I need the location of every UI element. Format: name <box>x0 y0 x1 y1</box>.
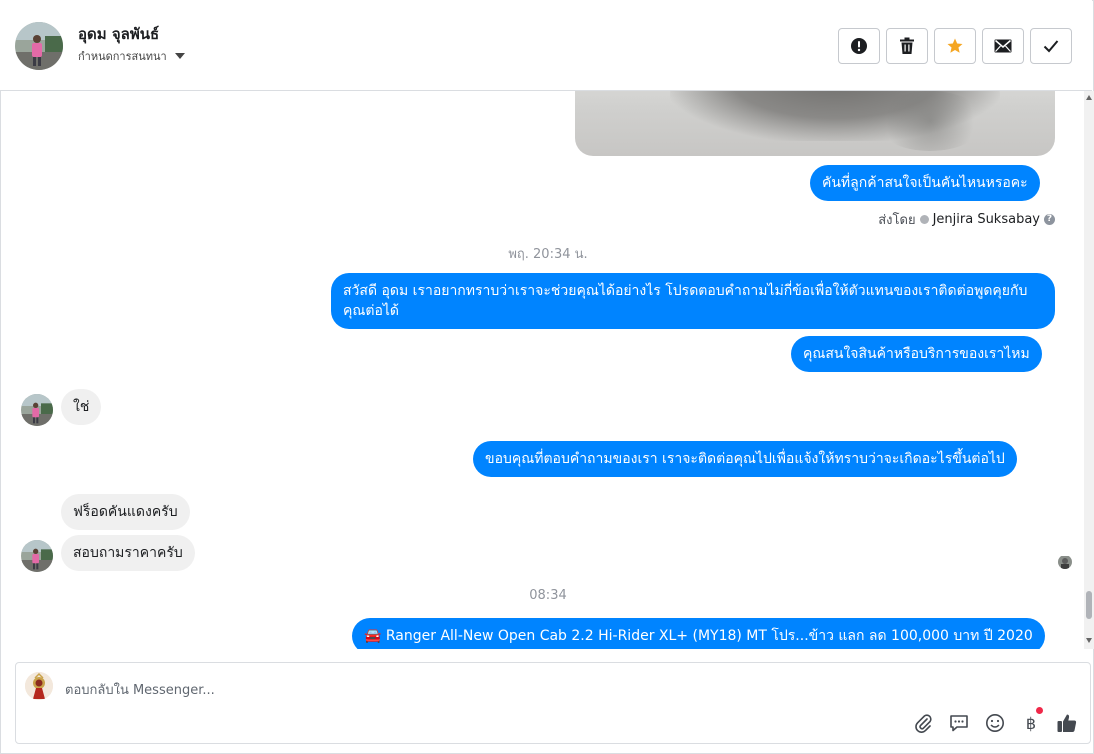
scroll-up-arrow-icon[interactable] <box>1086 95 1092 100</box>
like-button[interactable] <box>1055 711 1079 735</box>
star-button[interactable] <box>934 28 976 64</box>
reply-composer: ตอบกลับใน Messenger... ฿ <box>15 662 1091 744</box>
agent-status-icon <box>919 215 929 224</box>
payments-button[interactable]: ฿ <box>1019 711 1043 735</box>
mark-done-button[interactable] <box>1030 28 1072 64</box>
incoming-message[interactable]: ฟร็อดคันแดงครับ <box>61 494 190 530</box>
timestamp: พฤ. 20:34 น. <box>508 247 588 262</box>
sent-by-prefix: ส่งโดย <box>878 213 916 228</box>
sent-by-info: ส่งโดย Jenjira Suksabay ? <box>878 209 1055 230</box>
mark-unread-button[interactable] <box>982 28 1024 64</box>
outgoing-message[interactable]: คุณสนใจสินค้าหรือบริการของเราไหม <box>791 336 1042 372</box>
assign-conversation-dropdown[interactable]: กำหนดการสนทนา <box>78 47 185 65</box>
contact-avatar[interactable] <box>15 22 63 70</box>
page-avatar <box>25 672 53 700</box>
paperclip-icon <box>915 714 932 733</box>
conversation-header: อุดม จุลพันธ์ กำหนดการสนทนา <box>0 0 1092 91</box>
delete-button[interactable] <box>886 28 928 64</box>
thread-scrollbar[interactable] <box>1084 91 1094 649</box>
caret-down-icon <box>174 53 185 59</box>
outgoing-message[interactable]: สวัสดี อุดม เราอยากทราบว่าเราจะช่วยคุณได… <box>331 273 1055 329</box>
contact-avatar-small[interactable] <box>21 394 53 426</box>
ad-reply-text: Ranger All-New Open Cab 2.2 Hi-Rider XL+… <box>385 628 1033 644</box>
thumbs-up-icon <box>1057 714 1077 732</box>
contact-name[interactable]: อุดม จุลพันธ์ <box>78 22 159 46</box>
scrollbar-thumb[interactable] <box>1086 591 1092 619</box>
shared-photo-attachment[interactable] <box>575 91 1055 156</box>
check-icon <box>1043 40 1059 53</box>
exclamation-circle-icon <box>851 38 867 54</box>
saved-reply-icon <box>950 715 968 732</box>
svg-text:฿: ฿ <box>1026 714 1036 733</box>
contact-avatar-small[interactable] <box>21 540 53 572</box>
baht-icon: ฿ <box>1026 714 1036 733</box>
attach-button[interactable] <box>911 711 935 735</box>
envelope-icon <box>994 39 1012 53</box>
assign-label: กำหนดการสนทนา <box>78 50 167 63</box>
message-thread[interactable]: คันที่ลูกค้าสนใจเป็นคันไหนหรอคะ ส่งโดย J… <box>0 91 1084 649</box>
agent-name[interactable]: Jenjira Suksabay <box>933 212 1040 227</box>
seen-avatar-indicator <box>1058 555 1072 569</box>
car-emoji-icon: 🚘 <box>364 628 382 644</box>
incoming-message[interactable]: ใช่ <box>61 389 102 425</box>
incoming-message[interactable]: สอบถามราคาครับ <box>61 535 195 571</box>
emoji-icon <box>986 714 1004 732</box>
reply-input[interactable]: ตอบกลับใน Messenger... <box>65 679 215 700</box>
photo-wheel <box>875 91 985 151</box>
outgoing-message[interactable]: คันที่ลูกค้าสนใจเป็นคันไหนหรอคะ <box>810 165 1040 201</box>
saved-replies-button[interactable] <box>947 711 971 735</box>
mark-spam-button[interactable] <box>838 28 880 64</box>
help-icon[interactable]: ? <box>1044 214 1055 225</box>
emoji-button[interactable] <box>983 711 1007 735</box>
outgoing-message-ad-reply[interactable]: 🚘 Ranger All-New Open Cab 2.2 Hi-Rider X… <box>352 618 1045 649</box>
trash-icon <box>900 37 914 54</box>
star-icon <box>947 38 963 53</box>
outgoing-message[interactable]: ขอบคุณที่ตอบคำถามของเรา เราจะติดต่อคุณไป… <box>473 441 1017 477</box>
scroll-down-arrow-icon[interactable] <box>1086 638 1092 643</box>
timestamp: 08:34 <box>529 588 567 603</box>
notification-badge <box>1036 707 1043 714</box>
